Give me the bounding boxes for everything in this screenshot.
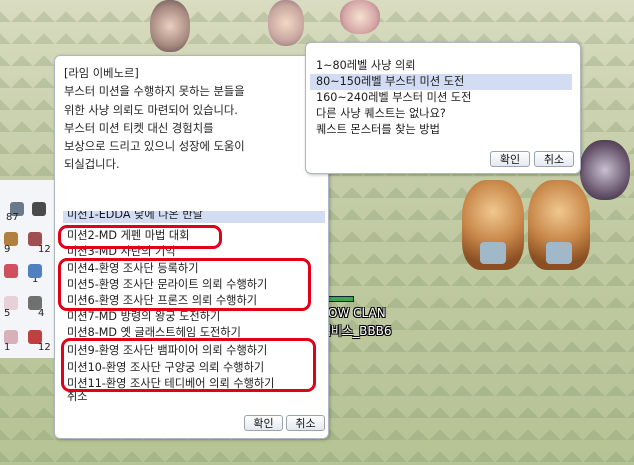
menu-option-mission6[interactable]: 미션6-환영 조사단 프론즈 의뢰 수행하기	[67, 293, 257, 309]
npc-name: [라임 이베노르]	[64, 67, 139, 80]
choice-option[interactable]: 1~80레벨 사냥 의뢰	[310, 58, 572, 74]
choice-option[interactable]: 다른 사냥 퀘스트는 없나요?	[310, 106, 572, 122]
choice-cancel-button[interactable]: 취소	[534, 151, 574, 167]
dialog-line: 보상으로 드리고 있으니 성장에 도움이	[64, 140, 245, 154]
choice-option-selected[interactable]: 80~150레벨 부스터 미션 도전	[310, 74, 572, 90]
choice-ok-button[interactable]: 확인	[490, 151, 530, 167]
dialog-line: 되실겁니다.	[64, 158, 120, 172]
menu-option-mission2[interactable]: 미션2-MD 게펜 마법 대회	[67, 228, 189, 244]
item-count: 87	[6, 212, 19, 223]
item-icon[interactable]	[32, 202, 46, 216]
npc-character[interactable]	[268, 0, 304, 46]
mission-menu: 미션1-EDDA 낮에 나온 반달 미션2-MD 게펜 마법 대회 미션3-MD…	[63, 211, 325, 402]
menu-option-mission3[interactable]: 미션3-MD 사탄의 기억	[67, 244, 176, 260]
item-count: 12	[38, 342, 51, 353]
dialog-line: 부스터 미션을 수행하지 못하는 분들을	[64, 85, 245, 99]
player-name-label: 뱀비스_BBB6	[320, 324, 392, 338]
dialog-line: 위한 사냥 의뢰도 마련되어 있습니다.	[64, 103, 238, 117]
item-icon[interactable]	[28, 264, 42, 278]
menu-option-mission4[interactable]: 미션4-환영 조사단 등록하기	[67, 261, 199, 277]
npc-cancel-button[interactable]: 취소	[286, 415, 325, 431]
item-count: 5	[4, 308, 11, 319]
item-count: 4	[38, 308, 45, 319]
inventory-panel: 87 9 12 1 5 4 1 12	[0, 180, 59, 358]
clan-name-label: BOW CLAN	[320, 306, 386, 320]
menu-option-mission10[interactable]: 미션10-환영 조사단 구양궁 의뢰 수행하기	[67, 360, 264, 376]
menu-option-mission7[interactable]: 미션7-MD 방령의 왕궁 도전하기	[67, 309, 220, 325]
item-icon[interactable]	[4, 264, 18, 278]
npc-character[interactable]	[150, 0, 190, 52]
player-character[interactable]	[580, 140, 630, 200]
dialog-line: 부스터 미션 티켓 대신 경험치를	[64, 121, 214, 135]
menu-option-mission1[interactable]: 미션1-EDDA 낮에 나온 반달	[63, 211, 325, 223]
choice-dialog-window: 1~80레벨 사냥 의뢰 80~150레벨 부스터 미션 도전 160~240레…	[305, 42, 581, 174]
choice-option[interactable]: 퀘스트 몬스터를 찾는 방법	[310, 122, 572, 138]
menu-option-mission11[interactable]: 미션11-환영 조사단 테디베어 의뢰 수행하기	[67, 376, 274, 392]
menu-option-mission8[interactable]: 미션8-MD 옛 글래스트헤임 도전하기	[67, 325, 241, 341]
choice-option[interactable]: 160~240레벨 부스터 미션 도전	[310, 90, 572, 106]
item-count: 9	[4, 244, 11, 255]
npc-dialog-text: [라임 이베노르] 부스터 미션을 수행하지 못하는 분들을 위한 사냥 의뢰도…	[64, 65, 319, 175]
menu-option-mission9[interactable]: 미션9-환영 조사단 뱀파이어 의뢰 수행하기	[67, 343, 267, 359]
item-count: 12	[38, 244, 51, 255]
monster-sprite[interactable]	[462, 180, 524, 270]
menu-option-cancel[interactable]: 취소	[67, 389, 88, 402]
monster-sprite[interactable]	[528, 180, 590, 270]
choice-list: 1~80레벨 사냥 의뢰 80~150레벨 부스터 미션 도전 160~240레…	[310, 58, 572, 138]
item-count: 1	[4, 342, 11, 353]
npc-character[interactable]	[340, 0, 380, 34]
menu-option-mission5[interactable]: 미션5-환영 조사단 문라이트 의뢰 수행하기	[67, 277, 267, 293]
npc-ok-button[interactable]: 확인	[244, 415, 283, 431]
